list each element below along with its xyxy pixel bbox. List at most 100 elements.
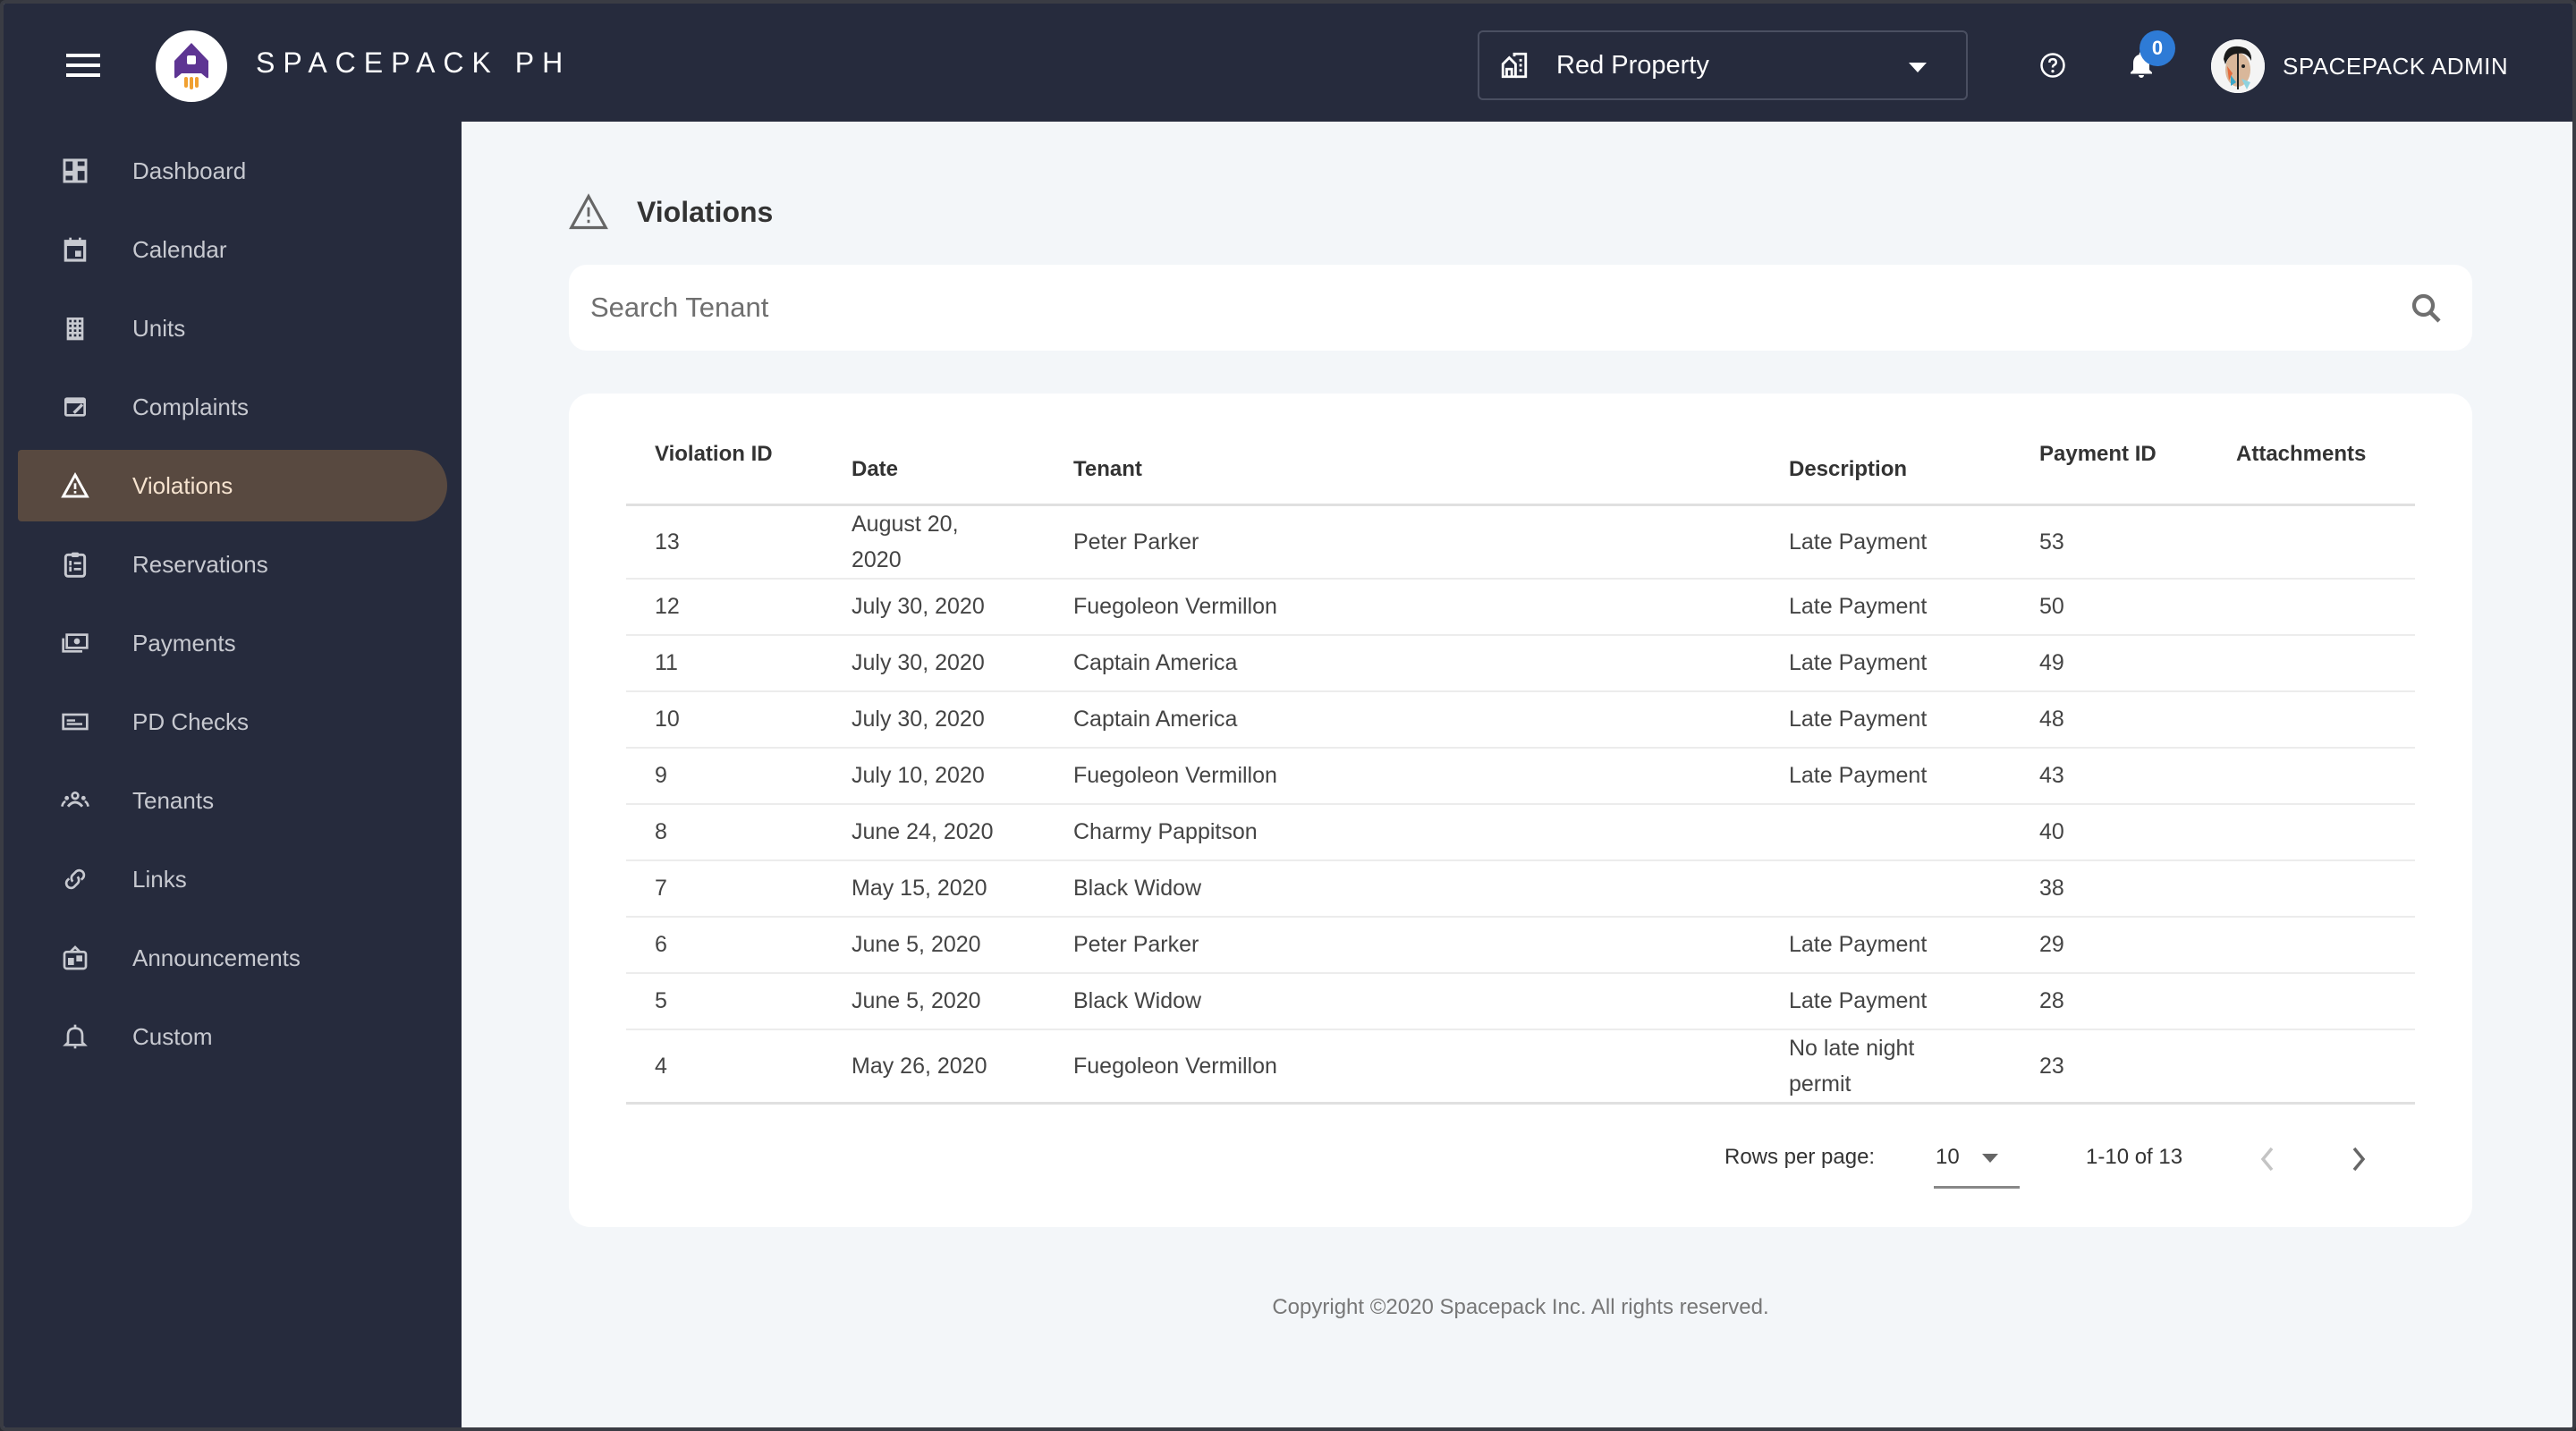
cell-description: Late Payment — [1760, 972, 2011, 1030]
user-avatar[interactable] — [2211, 39, 2265, 93]
notification-count-badge: 0 — [2140, 30, 2175, 66]
sidebar-item-label: Dashboard — [132, 157, 247, 184]
sidebar-item-label: Calendar — [132, 235, 227, 263]
cell-description: Late Payment — [1760, 747, 2011, 805]
table-row[interactable]: 8 June 24, 2020 Charmy Pappitson 40 — [626, 803, 2415, 861]
sidebar-item-label: Reservations — [132, 550, 268, 578]
property-selector[interactable]: Red Property — [1478, 30, 1968, 100]
cell-date: July 30, 2020 — [823, 578, 1045, 636]
menu-toggle-button[interactable] — [66, 54, 100, 77]
sidebar-item-units[interactable]: Units — [18, 292, 447, 364]
complaint-icon — [64, 397, 86, 417]
cell-date: June 24, 2020 — [823, 803, 1045, 861]
cell-payment-id: 50 — [2011, 578, 2207, 636]
money-icon — [62, 633, 89, 653]
sidebar-item-announcements[interactable]: Announcements — [18, 922, 447, 994]
cell-description: Late Payment — [1760, 578, 2011, 636]
cell-payment-id: 23 — [2011, 1029, 2207, 1105]
sidebar-item-payments[interactable]: Payments — [18, 607, 447, 679]
rows-per-page-select[interactable]: 10 — [1936, 1145, 1960, 1170]
sidebar-item-complaints[interactable]: Complaints — [18, 371, 447, 443]
table-row[interactable]: 11 July 30, 2020 Captain America Late Pa… — [626, 634, 2415, 692]
warning-icon — [569, 193, 608, 230]
cell-description: Late Payment — [1760, 504, 2011, 580]
cell-payment-id: 53 — [2011, 504, 2207, 580]
column-header-description[interactable]: Description — [1760, 411, 2011, 506]
sidebar-item-links[interactable]: Links — [18, 843, 447, 915]
cell-description: No late night permit — [1760, 1029, 2011, 1105]
dashboard-icon — [63, 158, 88, 183]
people-icon — [61, 792, 89, 808]
chevron-down-icon[interactable] — [1982, 1154, 1998, 1163]
cell-attachments — [2207, 504, 2415, 580]
top-bar: SPACEPACK PH Red Property 0 SPACEPACK AD… — [4, 4, 2572, 122]
cell-payment-id: 40 — [2011, 803, 2207, 861]
cell-attachments — [2207, 1029, 2415, 1105]
cell-attachments — [2207, 859, 2415, 918]
cell-description: Late Payment — [1760, 916, 2011, 974]
column-header-tenant[interactable]: Tenant — [1045, 411, 1760, 506]
hamburger-line — [66, 64, 100, 67]
cell-tenant: Black Widow — [1045, 859, 1760, 918]
page-header: Violations — [569, 193, 773, 231]
cell-violation-id: 8 — [626, 803, 823, 861]
table-row[interactable]: 10 July 30, 2020 Captain America Late Pa… — [626, 690, 2415, 749]
cell-violation-id: 12 — [626, 578, 823, 636]
violations-table: Violation ID Date Tenant Description Pay… — [626, 411, 2415, 1105]
cell-payment-id: 28 — [2011, 972, 2207, 1030]
property-selector-value: Red Property — [1556, 50, 1709, 80]
building-house-icon — [1501, 52, 1528, 79]
cell-date: July 10, 2020 — [823, 747, 1045, 805]
sidebar-item-violations[interactable]: Violations — [18, 450, 447, 521]
table-row[interactable]: 7 May 15, 2020 Black Widow 38 — [626, 859, 2415, 918]
sidebar-item-tenants[interactable]: Tenants — [18, 765, 447, 836]
sidebar-item-label: Tenants — [132, 786, 215, 814]
next-page-button[interactable] — [2347, 1143, 2368, 1175]
main-content: Violations Violation ID Date Tenant — [462, 122, 2572, 1427]
cell-attachments — [2207, 972, 2415, 1030]
cell-date: June 5, 2020 — [823, 972, 1045, 1030]
cell-violation-id: 13 — [626, 504, 823, 580]
sidebar-item-reservations[interactable]: Reservations — [18, 529, 447, 600]
table-row[interactable]: 9 July 10, 2020 Fuegoleon Vermillon Late… — [626, 747, 2415, 805]
cell-violation-id: 9 — [626, 747, 823, 805]
column-header-violation-id[interactable]: Violation ID — [626, 411, 823, 506]
column-header-date[interactable]: Date — [823, 411, 1045, 506]
cell-tenant: Fuegoleon Vermillon — [1045, 1029, 1760, 1105]
cell-tenant: Fuegoleon Vermillon — [1045, 747, 1760, 805]
column-header-payment-id[interactable]: Payment ID — [2011, 411, 2207, 506]
table-row[interactable]: 5 June 5, 2020 Black Widow Late Payment … — [626, 972, 2415, 1030]
cell-attachments — [2207, 803, 2415, 861]
cell-violation-id: 7 — [626, 859, 823, 918]
cell-tenant: Charmy Pappitson — [1045, 803, 1760, 861]
sidebar-item-calendar[interactable]: Calendar — [18, 214, 447, 285]
sidebar-item-label: Announcements — [132, 944, 301, 971]
table-row[interactable]: 4 May 26, 2020 Fuegoleon Vermillon No la… — [626, 1029, 2415, 1105]
sidebar-item-custom[interactable]: Custom — [18, 1001, 447, 1072]
hamburger-line — [66, 54, 100, 57]
sidebar-item-dashboard[interactable]: Dashboard — [18, 135, 447, 207]
cell-violation-id: 5 — [626, 972, 823, 1030]
table-row[interactable]: 13 August 20, 2020 Peter Parker Late Pay… — [626, 504, 2415, 580]
table-row[interactable]: 6 June 5, 2020 Peter Parker Late Payment… — [626, 916, 2415, 974]
previous-page-button[interactable] — [2258, 1143, 2279, 1175]
search-icon[interactable] — [2408, 290, 2445, 327]
help-icon[interactable] — [2039, 52, 2066, 79]
search-tenant-input[interactable] — [590, 292, 2290, 324]
user-name: SPACEPACK ADMIN — [2283, 53, 2509, 80]
cell-date: August 20, 2020 — [823, 504, 1045, 580]
column-header-attachments[interactable]: Attachments — [2207, 411, 2415, 506]
cell-description: Late Payment — [1760, 634, 2011, 692]
cell-tenant: Fuegoleon Vermillon — [1045, 578, 1760, 636]
rocket-icon — [174, 43, 208, 89]
cell-tenant: Peter Parker — [1045, 916, 1760, 974]
brand-logo[interactable] — [156, 30, 227, 102]
sidebar-item-pd-checks[interactable]: PD Checks — [18, 686, 447, 758]
cell-attachments — [2207, 916, 2415, 974]
sidebar: Dashboard Calendar Units Complaints Viol… — [4, 122, 462, 1427]
cell-violation-id: 10 — [626, 690, 823, 749]
cell-date: July 30, 2020 — [823, 690, 1045, 749]
sidebar-item-label: Links — [132, 865, 187, 893]
table-header-row: Violation ID Date Tenant Description Pay… — [626, 411, 2415, 506]
table-row[interactable]: 12 July 30, 2020 Fuegoleon Vermillon Lat… — [626, 578, 2415, 636]
